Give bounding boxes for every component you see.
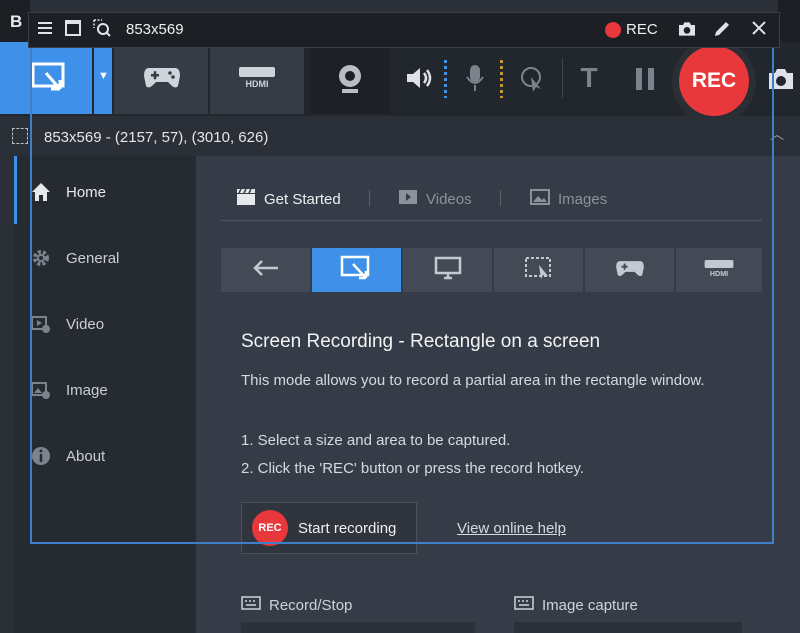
app-title-letter: B	[10, 12, 23, 31]
hotkey-image-capture: Image capture	[514, 596, 638, 614]
sidebar-item-label: General	[66, 249, 120, 267]
sidebar-item-label: About	[66, 447, 106, 465]
svg-text:HDMI: HDMI	[710, 269, 728, 278]
step-1-text: 1. Select a size and area to be captured…	[241, 432, 511, 449]
hdmi-mode-button[interactable]: HDMI	[210, 42, 304, 114]
region-select-icon[interactable]	[12, 128, 28, 144]
game-mode-button[interactable]	[114, 42, 208, 114]
tab-divider	[500, 190, 501, 206]
sidebar-item-video[interactable]: Video	[14, 304, 196, 344]
keyboard-icon	[241, 596, 261, 614]
info-row: 853x569 - (2157, 57), (3010, 626) ︿	[0, 118, 800, 156]
webcam-icon	[332, 62, 368, 96]
image-icon	[530, 189, 550, 209]
rectangle-capture-icon	[30, 60, 70, 96]
hdmi-icon: HDMI	[235, 64, 279, 90]
video-settings-icon	[30, 313, 52, 335]
step-2-text: 2. Click the 'REC' button or press the r…	[241, 460, 585, 477]
dashed-selection-icon	[524, 256, 554, 285]
image-settings-icon	[30, 379, 52, 401]
main-panel	[196, 156, 800, 633]
microphone-icon[interactable]	[460, 60, 490, 96]
mode-heading: Screen Recording - Rectangle on a screen	[241, 331, 601, 352]
hotkey-label: Image capture	[542, 596, 638, 614]
tab-images[interactable]: Images	[530, 186, 607, 212]
main-toolbar: ▼ HDMI T REC	[0, 40, 800, 124]
start-recording-label: Start recording	[298, 519, 397, 537]
speaker-level-meter	[444, 60, 447, 98]
rec-dot-icon	[605, 22, 621, 38]
rectangle-mode-button[interactable]	[0, 42, 92, 114]
tab-label: Get Started	[264, 190, 341, 208]
tab-label: Images	[558, 190, 608, 208]
camera-icon[interactable]	[764, 64, 798, 94]
rectangle-capture-icon	[340, 255, 374, 286]
app-corner: B	[0, 0, 30, 42]
zoom-region-icon[interactable]	[93, 19, 111, 42]
fullscreen-mode-option[interactable]	[403, 248, 492, 292]
sidebar-item-label: Image	[66, 381, 108, 399]
chevron-up-icon[interactable]: ︿	[770, 124, 784, 144]
view-online-help-link[interactable]: View online help	[457, 520, 566, 537]
mode-description: This mode allows you to record a partial…	[241, 372, 705, 389]
sidebar-item-about[interactable]: About	[14, 436, 196, 476]
text-tool-icon[interactable]: T	[572, 60, 606, 96]
hdmi-mode-option[interactable]: HDMI	[676, 248, 762, 292]
back-button[interactable]	[221, 248, 310, 292]
region-coordinates: 853x569 - (2157, 57), (3010, 626)	[44, 129, 269, 146]
rec-button[interactable]: REC	[679, 46, 749, 116]
around-mouse-mode-option[interactable]	[494, 248, 583, 292]
info-icon	[30, 445, 52, 467]
sidebar-item-image[interactable]: Image	[14, 370, 196, 410]
video-icon	[398, 189, 418, 209]
tab-label: Videos	[426, 190, 472, 208]
capture-rec-button[interactable]: REC	[626, 21, 658, 38]
sidebar-item-label: Home	[66, 183, 107, 201]
camera-icon[interactable]	[677, 20, 697, 43]
mouse-click-effect-icon[interactable]	[516, 62, 550, 96]
sidebar-item-home[interactable]: Home	[14, 172, 196, 212]
app-corner-right	[778, 0, 800, 42]
tab-divider	[369, 190, 370, 206]
svg-text:HDMI: HDMI	[246, 79, 269, 89]
monitor-icon	[434, 256, 462, 285]
sidebar-item-label: Video	[66, 315, 105, 333]
capture-title-bar[interactable]: 853x569 REC	[28, 12, 780, 48]
rec-badge-icon: REC	[252, 510, 288, 546]
rectangle-mode-option[interactable]	[312, 248, 401, 292]
home-icon	[30, 181, 52, 203]
maximize-icon[interactable]	[65, 20, 81, 41]
capture-size-label: 853x569	[126, 21, 184, 38]
chevron-down-icon: ▼	[98, 70, 109, 82]
pause-icon[interactable]	[628, 62, 662, 96]
tab-videos[interactable]: Videos	[398, 186, 472, 212]
gamepad-icon	[142, 62, 182, 92]
arrow-left-icon	[252, 259, 280, 281]
start-recording-button[interactable]: REC Start recording	[241, 502, 417, 554]
clapperboard-icon	[236, 188, 256, 210]
tab-underline	[221, 220, 762, 221]
sidebar: Home General Video Image About	[14, 156, 196, 633]
game-mode-option[interactable]	[585, 248, 674, 292]
toolbar-divider	[562, 58, 563, 98]
image-capture-hotkey-field[interactable]	[514, 622, 742, 633]
sidebar-item-general[interactable]: General	[14, 238, 196, 278]
keyboard-icon	[514, 596, 534, 614]
gear-icon	[30, 247, 52, 269]
close-icon[interactable]	[751, 20, 767, 41]
record-stop-hotkey-field[interactable]	[241, 622, 475, 633]
tab-get-started[interactable]: Get Started	[236, 186, 341, 212]
mode-dropdown-button[interactable]: ▼	[94, 42, 112, 114]
gamepad-icon	[615, 258, 645, 283]
webcam-button[interactable]	[310, 42, 390, 114]
hotkey-label: Record/Stop	[269, 596, 353, 614]
hdmi-icon: HDMI	[703, 258, 735, 283]
mic-level-meter	[500, 60, 503, 98]
hotkey-record-stop: Record/Stop	[241, 596, 352, 614]
menu-icon[interactable]	[37, 20, 53, 41]
speaker-icon[interactable]	[402, 62, 436, 94]
pencil-icon[interactable]	[713, 20, 731, 43]
